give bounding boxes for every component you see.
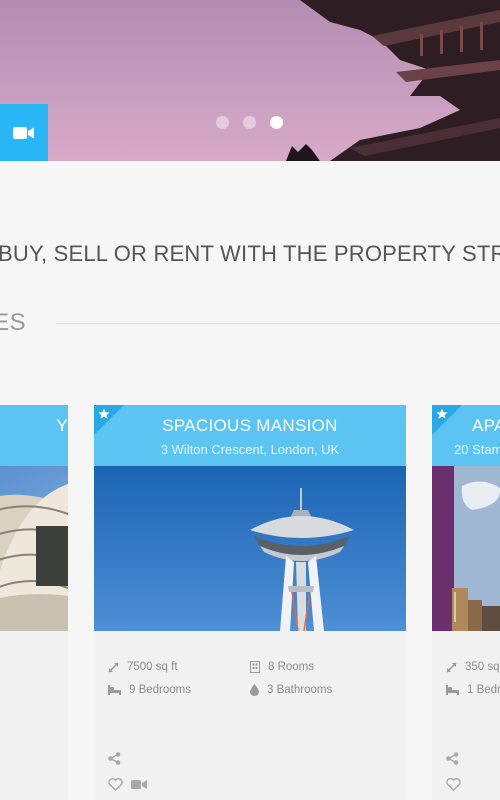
feature-rooms: 8 Rooms: [250, 661, 314, 673]
hero-image: [0, 0, 500, 161]
feature-area-value: 7500 sq ft: [127, 661, 178, 673]
property-photo[interactable]: [94, 466, 406, 631]
property-card[interactable]: APA 20 Stam 350 sq 1 Bedr: [432, 405, 500, 800]
section-divider: [56, 323, 500, 324]
video-camera-icon: [13, 126, 34, 139]
share-icon[interactable]: [446, 752, 459, 765]
card-title[interactable]: SPACIOUS MANSION: [94, 405, 406, 436]
space-needle-photo: [94, 466, 406, 631]
card-address: 3 Wilton Crescent, London, UK: [160, 442, 340, 457]
feature-bedrooms-value: 1 Bedr: [467, 684, 500, 696]
tagline: BUY, SELL OR RENT WITH THE PROPERTY STRE…: [0, 241, 500, 266]
feature-bathrooms: 3 Bathrooms: [250, 684, 332, 696]
resize-arrows-icon: [446, 661, 457, 673]
featured-star-icon: [94, 405, 124, 435]
hero-slider: [0, 0, 500, 161]
card-title[interactable]: Y: [0, 405, 68, 435]
heart-icon[interactable]: [446, 778, 461, 791]
building-icon: [250, 661, 260, 673]
featured-star-icon: [432, 405, 462, 435]
bed-icon: [446, 685, 459, 695]
share-icon[interactable]: [108, 752, 121, 765]
feature-bedrooms: 1 Bedr: [446, 684, 500, 696]
resize-arrows-icon: [108, 661, 119, 673]
city-buildings-photo: [432, 466, 500, 631]
slider-dot-3-active[interactable]: [270, 116, 283, 129]
page: BUY, SELL OR RENT WITH THE PROPERTY STRE…: [0, 0, 500, 800]
bed-icon: [108, 685, 121, 695]
slider-pagination: [216, 116, 283, 129]
property-photo[interactable]: [432, 466, 500, 631]
hero-video-button[interactable]: [0, 104, 48, 161]
property-card[interactable]: SPACIOUS MANSION 3 Wilton Crescent, Lond…: [94, 405, 406, 800]
property-photo[interactable]: [0, 466, 68, 631]
slider-dot-1[interactable]: [216, 116, 229, 129]
card-header: SPACIOUS MANSION 3 Wilton Crescent, Lond…: [94, 405, 406, 466]
card-address: 20 Stam: [454, 442, 500, 457]
feature-area: 350 sq: [446, 661, 500, 673]
card-header: Y: [0, 405, 68, 466]
heart-icon[interactable]: [108, 778, 123, 791]
feature-bathrooms-value: 3 Bathrooms: [267, 684, 333, 696]
feature-bedrooms-value: 9 Bedrooms: [129, 684, 192, 696]
feature-area-value: 350 sq: [465, 661, 500, 673]
feature-bedrooms: 9 Bedrooms: [108, 684, 191, 696]
feature-area: 7500 sq ft: [108, 661, 178, 673]
section-title: IES: [0, 309, 27, 336]
slider-dot-2[interactable]: [243, 116, 256, 129]
water-drop-icon: [250, 684, 259, 696]
feature-rooms-value: 8 Rooms: [268, 661, 315, 673]
property-card[interactable]: Y: [0, 405, 68, 800]
opera-house-photo: [0, 466, 68, 631]
video-camera-icon[interactable]: [131, 779, 147, 790]
